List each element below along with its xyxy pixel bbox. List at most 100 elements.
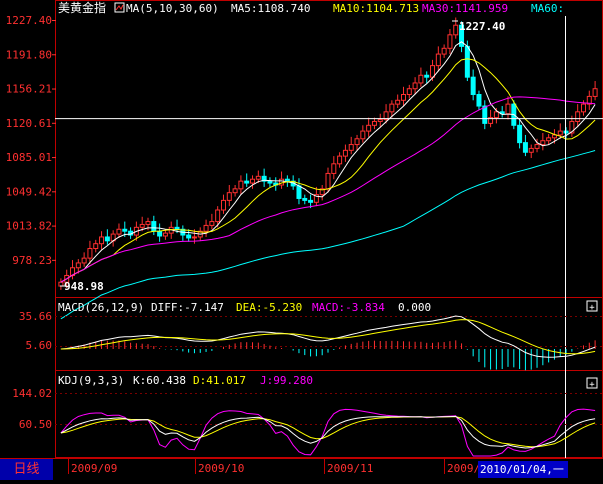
candle-body bbox=[528, 147, 534, 153]
low-annotation: 948.98 bbox=[64, 280, 104, 293]
macd-label: MACD(26,12,9) bbox=[58, 301, 144, 314]
candlestick-series bbox=[58, 17, 598, 290]
candle-body bbox=[122, 228, 128, 232]
kdj-label: KDJ(9,3,3) bbox=[58, 374, 124, 387]
period-tab-daily[interactable]: 日线 bbox=[0, 459, 53, 480]
candle-body bbox=[424, 74, 430, 78]
chart-canvas[interactable]: 1227.40 1191.80 1156.21 1120.61 1085.01 1049.… bbox=[0, 0, 603, 480]
macd-diff: DIFF:-7.147 bbox=[151, 301, 224, 314]
candle-body bbox=[418, 74, 424, 84]
candle-body bbox=[557, 130, 563, 136]
ma5-value: MA5:1108.740 bbox=[231, 2, 310, 15]
candle-body bbox=[81, 257, 87, 264]
high-annotation: 1227.40 bbox=[459, 20, 505, 33]
candle-body bbox=[366, 124, 372, 132]
panel-frames bbox=[0, 0, 603, 459]
candle-body bbox=[395, 99, 401, 105]
price-tick-label: 1191.80 bbox=[6, 48, 52, 61]
kdj-d: D:41.017 bbox=[193, 374, 246, 387]
candle-body bbox=[493, 111, 499, 119]
candle-body bbox=[453, 24, 459, 36]
candle-body bbox=[377, 119, 383, 122]
candle-body bbox=[174, 226, 180, 230]
candle-body bbox=[255, 175, 261, 180]
candle-body bbox=[476, 94, 482, 107]
candle-body bbox=[505, 103, 511, 115]
price-axis: 1227.40 1191.80 1156.21 1120.61 1085.01 1049.… bbox=[6, 14, 56, 267]
candle-body bbox=[580, 103, 586, 113]
candle-body bbox=[267, 180, 273, 184]
candle-body bbox=[145, 221, 151, 225]
price-tick-label: 1156.21 bbox=[6, 83, 52, 96]
candle-body bbox=[99, 236, 105, 245]
kdj-expand-icon: + bbox=[589, 380, 595, 390]
candle-body bbox=[162, 232, 168, 237]
candle-body bbox=[308, 199, 314, 203]
x-label-nov: 2009/11 bbox=[327, 462, 373, 475]
price-tick-label: 1049.42 bbox=[6, 185, 52, 198]
macd-tick-top: 35.66 bbox=[19, 310, 52, 323]
ma10-value: MA10:1104.713 bbox=[333, 2, 419, 15]
kdj-k: K:60.438 bbox=[133, 374, 186, 387]
kdj-j-line bbox=[60, 408, 596, 457]
ma60-value: MA60: bbox=[531, 2, 564, 15]
macd-dea-line bbox=[60, 319, 596, 355]
candle-body bbox=[284, 178, 290, 182]
candle-body bbox=[563, 130, 569, 134]
candle-body bbox=[540, 140, 546, 146]
x-label-sep: 2009/09 bbox=[71, 462, 117, 475]
candle-body bbox=[470, 76, 476, 96]
candle-body bbox=[232, 188, 238, 194]
candle-body bbox=[325, 172, 331, 190]
price-tick-label: 1120.61 bbox=[6, 117, 52, 130]
kdj-tick-top: 144.02 bbox=[12, 387, 52, 400]
candle-body bbox=[279, 178, 285, 186]
candle-body bbox=[546, 137, 552, 142]
candle-body bbox=[517, 124, 523, 144]
candle-body bbox=[209, 221, 215, 226]
candle-body bbox=[93, 243, 99, 250]
candle-body bbox=[191, 236, 197, 239]
candle-body bbox=[116, 228, 122, 235]
price-tick-label: 1085.01 bbox=[6, 151, 52, 164]
price-tick-label: 978.23 bbox=[12, 254, 52, 267]
x-axis bbox=[68, 458, 445, 474]
candle-body bbox=[360, 130, 366, 140]
candle-body bbox=[447, 34, 453, 49]
candle-body bbox=[75, 262, 81, 269]
candle-body bbox=[104, 236, 110, 242]
candle-body bbox=[238, 180, 244, 190]
price-tick-label: 1227.40 bbox=[6, 14, 52, 27]
candle-body bbox=[186, 234, 192, 239]
macd-tick-mid: 5.60 bbox=[26, 339, 53, 352]
candle-body bbox=[203, 224, 209, 232]
macd-histogram bbox=[66, 340, 596, 371]
x-label-oct: 2009/10 bbox=[198, 462, 244, 475]
candle-body bbox=[435, 53, 441, 67]
candle-body bbox=[534, 144, 540, 149]
macd-value: MACD:-3.834 bbox=[312, 301, 385, 314]
candle-body bbox=[250, 178, 256, 184]
candle-body bbox=[400, 94, 406, 101]
candle-body bbox=[215, 209, 221, 223]
ma30-value: MA30:1141.959 bbox=[422, 2, 508, 15]
candle-body bbox=[302, 197, 308, 201]
candle-body bbox=[371, 120, 377, 126]
ma5-line bbox=[60, 41, 596, 283]
stock-chart-window: 1227.40 1191.80 1156.21 1120.61 1085.01 1049.… bbox=[0, 0, 603, 480]
candle-body bbox=[406, 88, 412, 96]
candle-body bbox=[226, 192, 232, 201]
ma-indicator-label: MA(5,10,30,60) bbox=[126, 2, 219, 15]
macd-extra: 0.000 bbox=[398, 301, 431, 314]
candle-body bbox=[412, 82, 418, 90]
candle-body bbox=[441, 47, 447, 55]
candle-body bbox=[139, 223, 145, 228]
candle-body bbox=[331, 163, 337, 174]
candle-body bbox=[157, 230, 163, 237]
candle-body bbox=[482, 105, 488, 124]
candle-body bbox=[389, 103, 395, 113]
candle-body bbox=[464, 45, 470, 78]
candle-body bbox=[348, 144, 354, 151]
candle-body bbox=[522, 142, 528, 153]
price-panel-frame bbox=[55, 0, 603, 298]
